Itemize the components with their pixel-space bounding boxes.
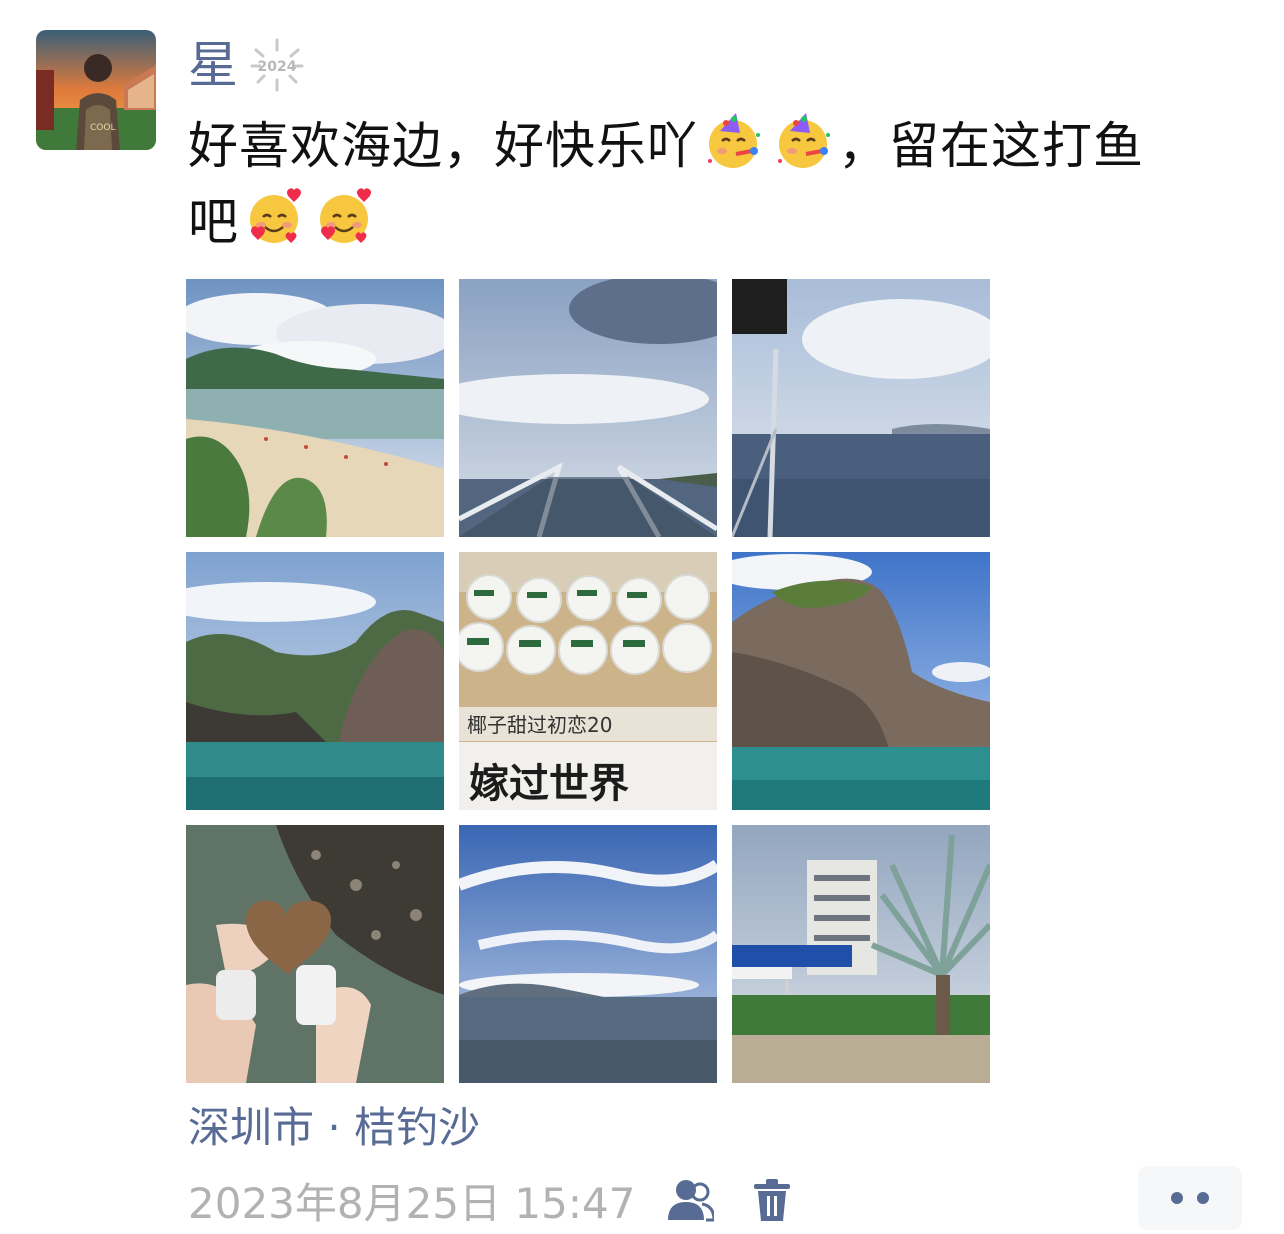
more-dots-icon	[1171, 1192, 1183, 1204]
author-name[interactable]: 星	[188, 40, 238, 90]
photo-sea-flag-pole[interactable]	[732, 279, 990, 537]
partying-face-emoji-icon	[708, 113, 760, 168]
people-icon[interactable]	[663, 1173, 717, 1227]
svg-text:2024: 2024	[258, 59, 297, 75]
photo-heart-stone-feet[interactable]	[186, 825, 444, 1083]
svg-text:COOL: COOL	[90, 123, 115, 133]
svg-text:椰子甜过初恋20: 椰子甜过初恋20	[467, 713, 612, 737]
more-actions-button[interactable]	[1138, 1166, 1242, 1230]
photo-rock-island[interactable]	[732, 552, 990, 810]
smiling-face-with-hearts-emoji-icon	[250, 188, 301, 243]
author-avatar[interactable]: COOL	[36, 30, 156, 150]
svg-text:嫁过世界: 嫁过世界	[469, 761, 629, 807]
new-year-badge-icon: 2024	[250, 38, 304, 92]
post-text-part2: ，留在这打鱼	[838, 117, 1144, 175]
location-link[interactable]: 深圳市 · 桔钓沙	[188, 1098, 480, 1158]
more-dots-icon	[1197, 1192, 1209, 1204]
photo-grid: 椰子甜过初恋20 嫁过世界	[186, 279, 991, 1083]
photo-resort-palm[interactable]	[732, 825, 990, 1083]
photo-rocky-cliff[interactable]	[186, 552, 444, 810]
photo-sky-sea[interactable]	[459, 825, 717, 1083]
photo-beach-bay[interactable]	[186, 279, 444, 537]
trash-icon[interactable]	[745, 1173, 799, 1227]
photo-coconuts-stall[interactable]: 椰子甜过初恋20 嫁过世界	[459, 552, 717, 810]
smiling-face-with-hearts-emoji-icon	[320, 188, 371, 243]
post-text-part3: 吧	[188, 193, 239, 251]
post-text: 好喜欢海边，好快乐吖 ，留在这打鱼 吧	[188, 108, 1248, 260]
post-timestamp: 2023年8月25日 15:47	[188, 1178, 636, 1228]
post-text-part1: 好喜欢海边，好快乐吖	[188, 117, 698, 175]
photo-boat-bow[interactable]	[459, 279, 717, 537]
partying-face-emoji-icon	[778, 113, 830, 168]
